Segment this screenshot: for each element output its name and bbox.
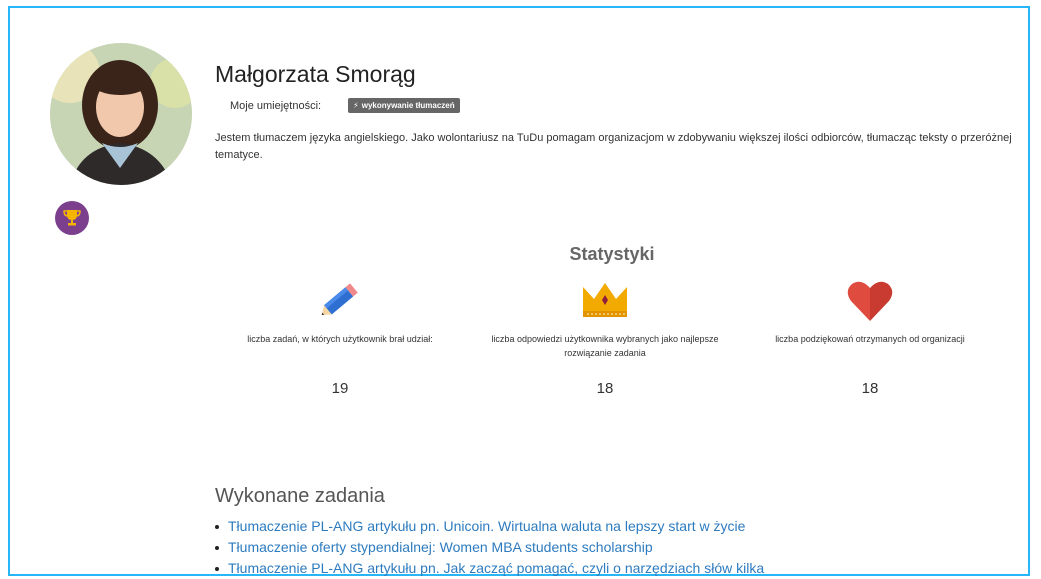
stat-thanks: liczba podziękowań otrzymanych od organi…	[745, 276, 995, 397]
trophy-icon	[63, 210, 81, 226]
avatar-photo	[50, 43, 192, 185]
skills-label: Moje umiejętności:	[230, 99, 322, 112]
user-bio: Jestem tłumaczem języka angielskiego. Ja…	[215, 132, 1012, 161]
heart-icon	[847, 281, 893, 321]
crown-icon	[583, 283, 627, 317]
stat-best-answers-label: liczba odpowiedzi użytkownika wybranych …	[491, 334, 719, 358]
stat-best-answers-value: 18	[596, 380, 614, 397]
skill-tag[interactable]: ⚡ wykonywanie tłumaczeń	[348, 98, 460, 113]
pencil-icon	[321, 283, 358, 316]
stat-tasks-value: 19	[331, 380, 349, 397]
stat-thanks-label: liczba podziękowań otrzymanych od organi…	[775, 334, 965, 344]
stat-tasks-label: liczba zadań, w których użytkownik brał …	[247, 334, 433, 344]
avatar	[50, 43, 192, 185]
completed-tasks-list: Tłumaczenie PL-ANG artykułu pn. Unicoin.…	[215, 516, 764, 579]
list-item: Tłumaczenie PL-ANG artykułu pn. Unicoin.…	[215, 516, 764, 537]
list-item: Tłumaczenie oferty stypendialnej: Women …	[215, 537, 764, 558]
bolt-icon: ⚡	[353, 101, 359, 110]
stat-thanks-value: 18	[861, 380, 879, 397]
bullet-icon	[215, 566, 219, 571]
bullet-icon	[215, 545, 219, 550]
completed-tasks-title: Wykonane zadania	[215, 485, 385, 507]
skill-tag-label: wykonywanie tłumaczeń	[361, 101, 455, 110]
list-item: Tłumaczenie PL-ANG artykułu pn. Jak zacz…	[215, 558, 764, 579]
task-link[interactable]: Tłumaczenie PL-ANG artykułu pn. Unicoin.…	[228, 516, 745, 537]
skills-row: Moje umiejętności: ⚡ wykonywanie tłumacz…	[230, 98, 460, 113]
user-name: Małgorzata Smorąg	[215, 61, 416, 87]
stat-best-answers: liczba odpowiedzi użytkownika wybranych …	[480, 276, 730, 397]
task-link[interactable]: Tłumaczenie PL-ANG artykułu pn. Jak zacz…	[228, 558, 764, 579]
stats-title: Statystyki	[569, 244, 655, 264]
stat-tasks: liczba zadań, w których użytkownik brał …	[215, 276, 465, 397]
bullet-icon	[215, 524, 219, 529]
task-link[interactable]: Tłumaczenie oferty stypendialnej: Women …	[228, 537, 653, 558]
profile-panel: Małgorzata Smorąg Moje umiejętności: ⚡ w…	[8, 6, 1030, 576]
trophy-badge[interactable]	[55, 201, 89, 235]
